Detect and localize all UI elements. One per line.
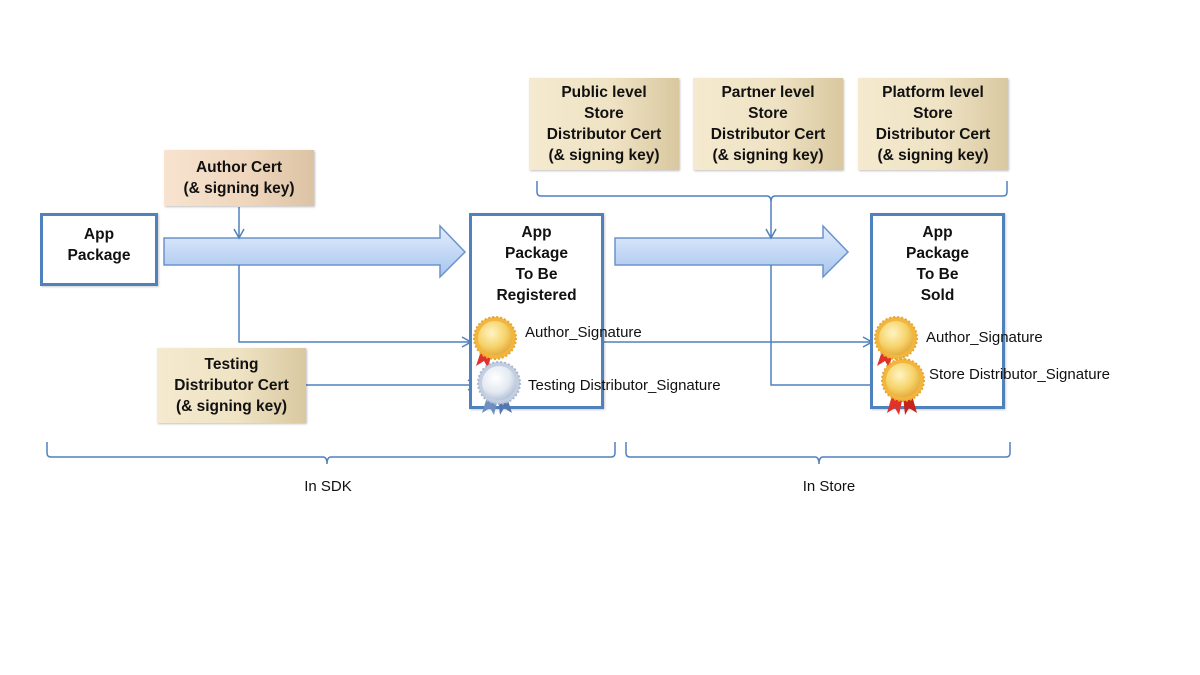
author-signature-connector: [238, 265, 473, 348]
flow-arrow-sdk: [163, 224, 467, 279]
author-cert-box: Author Cert (& signing key): [164, 150, 314, 206]
platform-store-cert-box: Platform level Store Distributor Cert (&…: [858, 78, 1008, 170]
sdk-brace: [46, 442, 616, 465]
sold-store-signature-label: Store Distributor_Signature: [929, 366, 1110, 383]
sold-author-signature-label: Author_Signature: [926, 329, 1043, 346]
store-brace: [625, 442, 1011, 465]
store-certs-brace: [536, 181, 1008, 203]
region-label-store: In Store: [802, 478, 856, 495]
partner-store-cert-box: Partner level Store Distributor Cert (& …: [693, 78, 843, 170]
testing-distributor-medal-icon: [477, 361, 521, 415]
store-signature-connector: [770, 265, 882, 391]
flow-arrow-store: [614, 224, 850, 279]
public-store-cert-box: Public level Store Distributor Cert (& s…: [529, 78, 679, 170]
app-package-box: App Package: [40, 213, 158, 286]
registered-author-signature-label: Author_Signature: [525, 324, 642, 341]
store-distributor-medal-icon: [881, 358, 925, 415]
testing-distributor-cert-box: Testing Distributor Cert (& signing key): [157, 348, 306, 423]
region-label-sdk: In SDK: [304, 478, 352, 495]
registered-testing-signature-label: Testing Distributor_Signature: [528, 377, 721, 394]
